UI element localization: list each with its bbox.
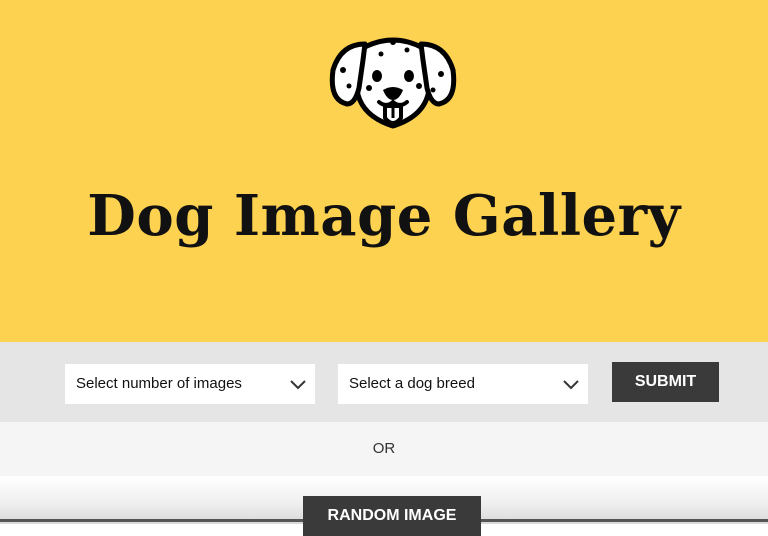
hero-header: Dog Image Gallery [0,0,768,342]
dog-breed-select[interactable]: Select a dog breed [338,364,588,404]
image-count-select[interactable]: Select number of images [65,364,315,404]
chevron-down-icon [563,380,579,390]
dog-breed-select-value: Select a dog breed [349,375,475,392]
random-image-button[interactable]: RANDOM IMAGE [303,496,481,536]
image-count-select-value: Select number of images [76,375,242,392]
submit-button[interactable]: SUBMIT [612,362,719,402]
or-divider: OR [0,422,768,476]
controls-bar: Select number of images Select a dog bre… [0,342,768,422]
page-title: Dog Image Gallery [87,183,681,249]
or-divider-text: OR [372,440,396,457]
chevron-down-icon [290,380,306,390]
dalmatian-dog-icon [329,37,457,129]
